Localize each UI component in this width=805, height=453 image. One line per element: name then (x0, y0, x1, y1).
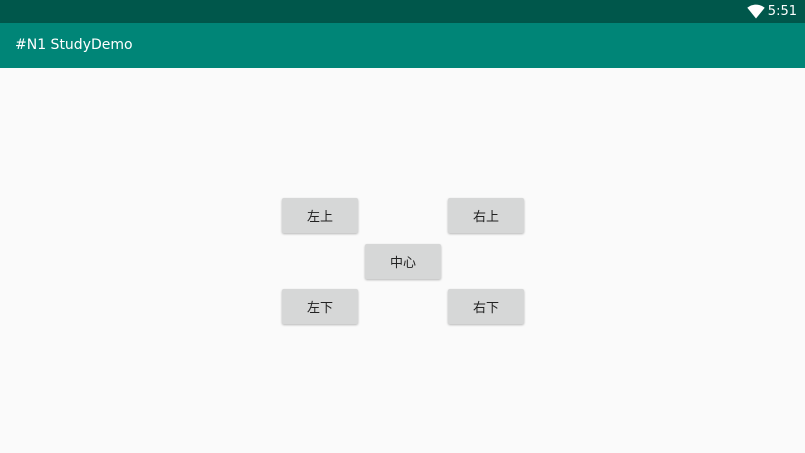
status-time: 5:51 (767, 4, 797, 19)
top-right-button[interactable]: 右上 (448, 198, 524, 233)
bottom-right-button[interactable]: 右下 (448, 289, 524, 324)
bottom-left-button[interactable]: 左下 (282, 289, 358, 324)
center-button[interactable]: 中心 (365, 244, 441, 279)
app-title: #N1 StudyDemo (15, 37, 133, 53)
main-content: 左上 右上 中心 左下 右下 (0, 68, 805, 453)
top-left-button[interactable]: 左上 (282, 198, 358, 233)
wifi-icon (747, 4, 765, 19)
app-bar: #N1 StudyDemo (0, 23, 805, 68)
status-bar: 5:51 (0, 0, 805, 23)
